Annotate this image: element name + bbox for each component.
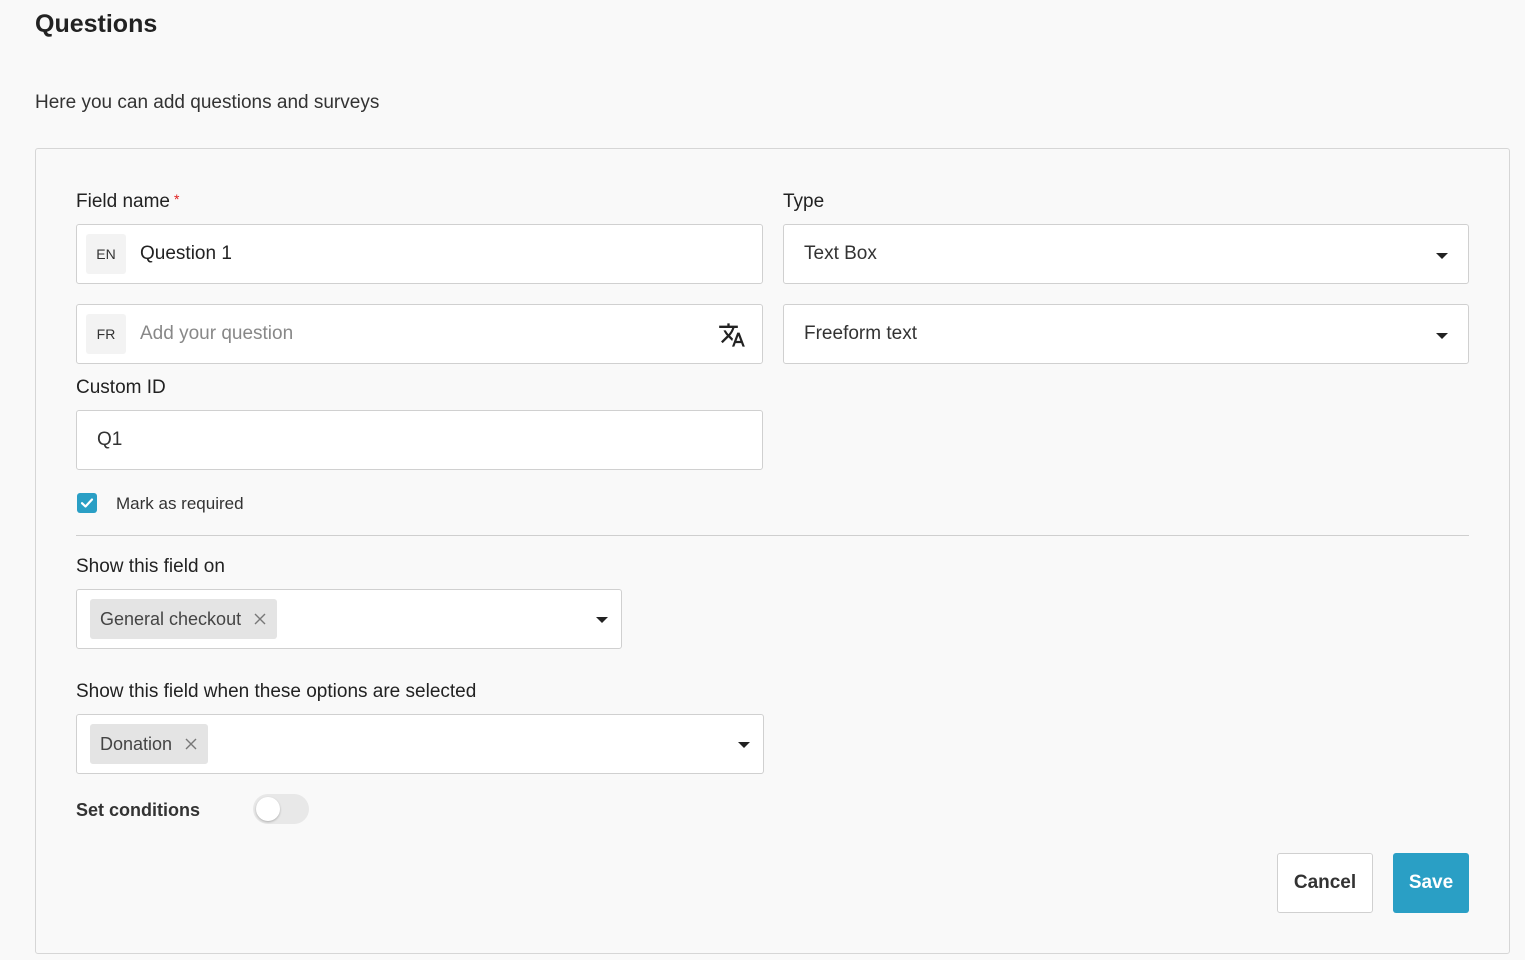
subtype-select[interactable]: Freeform text — [783, 304, 1469, 364]
chip-label: Donation — [100, 733, 173, 754]
subtype-select-value: Freeform text — [804, 323, 917, 344]
required-marker: * — [174, 191, 180, 207]
field-name-en-input[interactable]: EN Question 1 — [76, 224, 763, 284]
chip-general-checkout: General checkout — [90, 599, 278, 639]
chip-donation: Donation — [90, 724, 209, 764]
lang-tag-fr: FR — [86, 314, 126, 354]
field-name-label: Field name * — [76, 191, 179, 213]
set-conditions-label: Set conditions — [76, 800, 201, 820]
show-when-label: Show this field when these options are s… — [76, 681, 477, 702]
question-form-card: Field name * EN Question 1 FR Add your qu… — [35, 148, 1510, 954]
translate-icon[interactable] — [718, 321, 746, 349]
close-icon[interactable] — [184, 737, 198, 751]
toggle-knob — [256, 797, 280, 821]
chevron-down-icon — [1436, 333, 1448, 339]
check-icon — [80, 498, 94, 508]
show-on-label: Show this field on — [76, 556, 225, 577]
cancel-button[interactable]: Cancel — [1277, 853, 1373, 913]
field-name-fr-placeholder: Add your question — [140, 323, 294, 344]
section-divider — [76, 535, 1469, 536]
type-label: Type — [783, 191, 825, 212]
custom-id-input[interactable]: Q1 — [76, 410, 763, 470]
type-select-value: Text Box — [804, 243, 877, 264]
show-on-select[interactable]: General checkout — [76, 589, 622, 649]
chevron-down-icon — [738, 742, 750, 748]
mark-required-label: Mark as required — [116, 494, 244, 513]
chevron-down-icon — [596, 617, 608, 623]
save-button[interactable]: Save — [1393, 853, 1469, 913]
field-name-label-text: Field name — [76, 191, 170, 212]
type-select[interactable]: Text Box — [783, 224, 1469, 284]
chevron-down-icon — [1436, 253, 1448, 259]
show-when-select[interactable]: Donation — [76, 714, 764, 774]
chip-label: General checkout — [100, 608, 242, 629]
close-icon[interactable] — [253, 612, 267, 626]
page-title: Questions — [35, 10, 158, 38]
custom-id-label: Custom ID — [76, 377, 166, 398]
field-name-en-value: Question 1 — [140, 243, 232, 264]
custom-id-value: Q1 — [97, 429, 123, 450]
lang-tag-en: EN — [86, 234, 126, 274]
field-name-fr-input[interactable]: FR Add your question — [76, 304, 763, 364]
mark-required-checkbox[interactable] — [77, 493, 97, 513]
set-conditions-toggle[interactable] — [253, 794, 309, 824]
page-subtitle: Here you can add questions and surveys — [35, 92, 380, 113]
